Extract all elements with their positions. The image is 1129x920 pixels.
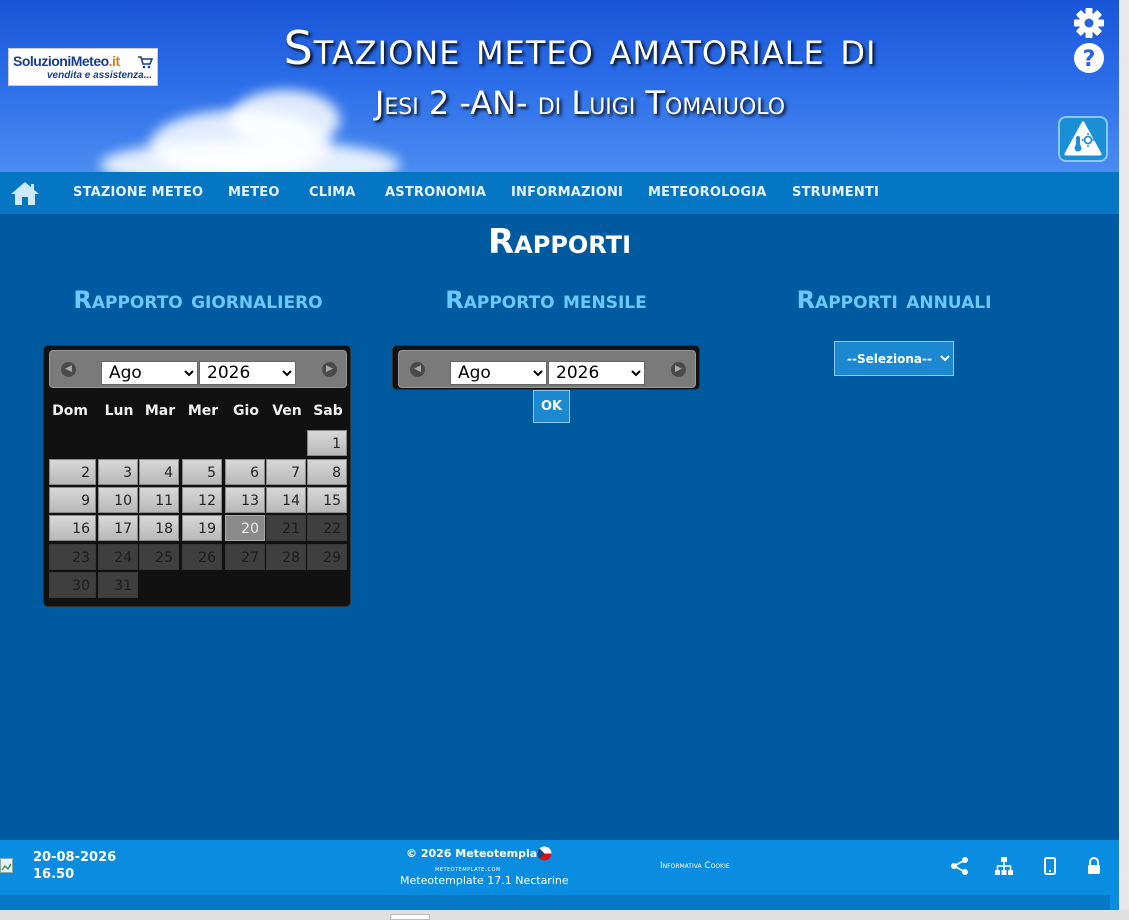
- site-title: Stazione meteo amatoriale di: [283, 21, 877, 75]
- footer: 20-08-2026 16.50 © 2026 Meteotemplate me…: [0, 840, 1119, 910]
- calendar-day: 28: [266, 544, 306, 570]
- window-edge: [1119, 0, 1129, 920]
- soluzionimeteo-logo[interactable]: SoluzioniMeteo.it vendita e assistenza..…: [8, 48, 158, 86]
- footer-version: Meteotemplate 17.1 Nectarine: [400, 874, 569, 887]
- calendar-day[interactable]: 5: [182, 459, 222, 485]
- footer-site-link[interactable]: meteotemplate.com: [435, 865, 501, 873]
- footer-time: 16.50: [33, 867, 75, 882]
- cart-icon: [138, 56, 153, 69]
- calendar-day: 22: [307, 515, 347, 541]
- monthly-chooser-header: ◀ Ago 2026 ▶: [398, 350, 696, 388]
- daily-report-title: Rapporto giornaliero: [73, 286, 323, 314]
- weekday-label: Gio: [233, 403, 259, 419]
- nav-strumenti[interactable]: STRUMENTI: [792, 185, 879, 200]
- next-month-icon[interactable]: ▶: [671, 362, 686, 377]
- nav-stazione-meteo[interactable]: STAZIONE METEO: [73, 185, 203, 200]
- weekday-label: Mer: [187, 403, 219, 419]
- thermometer-sun-icon: [1064, 121, 1102, 156]
- footer-copyright: © 2026 Meteotemplate: [406, 847, 550, 860]
- calendar-header: ◀ Ago 2026 ▶: [49, 350, 347, 388]
- site-subtitle: Jesi 2 -AN- di Luigi Tomaiuolo: [374, 84, 786, 122]
- calendar-day[interactable]: 11: [139, 487, 179, 513]
- calendar-day[interactable]: 18: [139, 515, 179, 541]
- weekday-label: Mar: [144, 403, 176, 419]
- footer-date: 20-08-2026: [33, 850, 117, 865]
- main-nav: STAZIONE METEO METEO CLIMA ASTRONOMIA IN…: [0, 172, 1119, 214]
- calendar-day[interactable]: 1: [307, 430, 347, 456]
- nav-meteorologia[interactable]: METEOROLOGIA: [648, 185, 767, 200]
- calendar-year-select[interactable]: 2026: [199, 361, 296, 385]
- nav-informazioni[interactable]: INFORMAZIONI: [511, 185, 623, 200]
- calendar-day[interactable]: 14: [266, 487, 306, 513]
- weather-app-button[interactable]: [1058, 116, 1108, 162]
- nav-meteo[interactable]: METEO: [228, 185, 280, 200]
- logo-brand: SoluzioniMeteo: [13, 53, 109, 69]
- monthly-report-title: Rapporto mensile: [445, 286, 647, 314]
- calendar-day-today[interactable]: 20: [225, 515, 265, 541]
- calendar-day[interactable]: 10: [98, 487, 138, 513]
- help-icon[interactable]: ?: [1072, 41, 1106, 75]
- weekday-label: Ven: [272, 403, 302, 419]
- home-icon[interactable]: [10, 180, 40, 206]
- calendar-day[interactable]: 19: [182, 515, 222, 541]
- weekday-label: Sab: [313, 403, 343, 419]
- share-icon[interactable]: [950, 856, 970, 876]
- calendar-day: 24: [98, 544, 138, 570]
- logo-tld: .it: [108, 53, 120, 69]
- cookie-link[interactable]: Informativa Cookie: [660, 861, 730, 871]
- czech-flag-icon: [537, 846, 552, 861]
- nav-astronomia[interactable]: ASTRONOMIA: [385, 185, 486, 200]
- calendar-day: 23: [49, 544, 96, 570]
- calendar-day: 27: [225, 544, 265, 570]
- mobile-icon[interactable]: [1040, 856, 1060, 876]
- calendar-day[interactable]: 8: [307, 459, 347, 485]
- calendar-day[interactable]: 12: [182, 487, 222, 513]
- window-edge-bottom: [0, 910, 1129, 920]
- calendar-day[interactable]: 7: [266, 459, 306, 485]
- monthly-chooser: ◀ Ago 2026 ▶: [392, 345, 700, 390]
- footer-bar: [0, 895, 1110, 910]
- monthly-month-select[interactable]: Ago: [450, 361, 547, 385]
- calendar-day: 31: [98, 572, 138, 598]
- cloud: [100, 140, 400, 172]
- weekday-label: Lun: [104, 403, 134, 419]
- sitemap-icon[interactable]: [994, 856, 1014, 876]
- calendar-day: 29: [307, 544, 347, 570]
- calendar-day[interactable]: 17: [98, 515, 138, 541]
- page-title: Rapporti: [487, 222, 632, 262]
- calendar-day[interactable]: 13: [225, 487, 265, 513]
- calendar-day[interactable]: 4: [139, 459, 179, 485]
- broken-image-icon: [0, 858, 13, 873]
- monthly-year-select[interactable]: 2026: [548, 361, 645, 385]
- weekday-label: Dom: [52, 403, 88, 419]
- calendar-day[interactable]: 6: [225, 459, 265, 485]
- monthly-ok-button[interactable]: OK: [533, 390, 570, 423]
- svg-text:?: ?: [1083, 47, 1096, 72]
- calendar-day[interactable]: 16: [49, 515, 96, 541]
- prev-month-icon[interactable]: ◀: [61, 362, 76, 377]
- lock-icon[interactable]: [1084, 856, 1104, 876]
- calendar-day[interactable]: 3: [98, 459, 138, 485]
- next-month-icon[interactable]: ▶: [322, 362, 337, 377]
- gear-icon[interactable]: [1072, 6, 1106, 40]
- annual-report-select[interactable]: --Seleziona--: [834, 341, 954, 376]
- scrollbar-thumb[interactable]: [390, 914, 430, 920]
- calendar-day[interactable]: 15: [307, 487, 347, 513]
- calendar-day: 30: [49, 572, 96, 598]
- header: SoluzioniMeteo.it vendita e assistenza..…: [0, 0, 1119, 172]
- calendar-day: 21: [266, 515, 306, 541]
- calendar-day[interactable]: 2: [49, 459, 96, 485]
- calendar-day: 25: [139, 544, 179, 570]
- page: SoluzioniMeteo.it vendita e assistenza..…: [0, 0, 1119, 910]
- annual-reports-title: Rapporti annuali: [796, 286, 992, 314]
- daily-calendar: ◀ Ago 2026 ▶ Dom Lun Mar Mer Gio Ven Sab 12345…: [43, 345, 351, 607]
- calendar-month-select[interactable]: Ago: [101, 361, 198, 385]
- calendar-day: 26: [182, 544, 222, 570]
- logo-tagline: vendita e assistenza...: [47, 70, 153, 81]
- nav-clima[interactable]: CLIMA: [309, 185, 356, 200]
- calendar-day[interactable]: 9: [49, 487, 96, 513]
- prev-month-icon[interactable]: ◀: [410, 362, 425, 377]
